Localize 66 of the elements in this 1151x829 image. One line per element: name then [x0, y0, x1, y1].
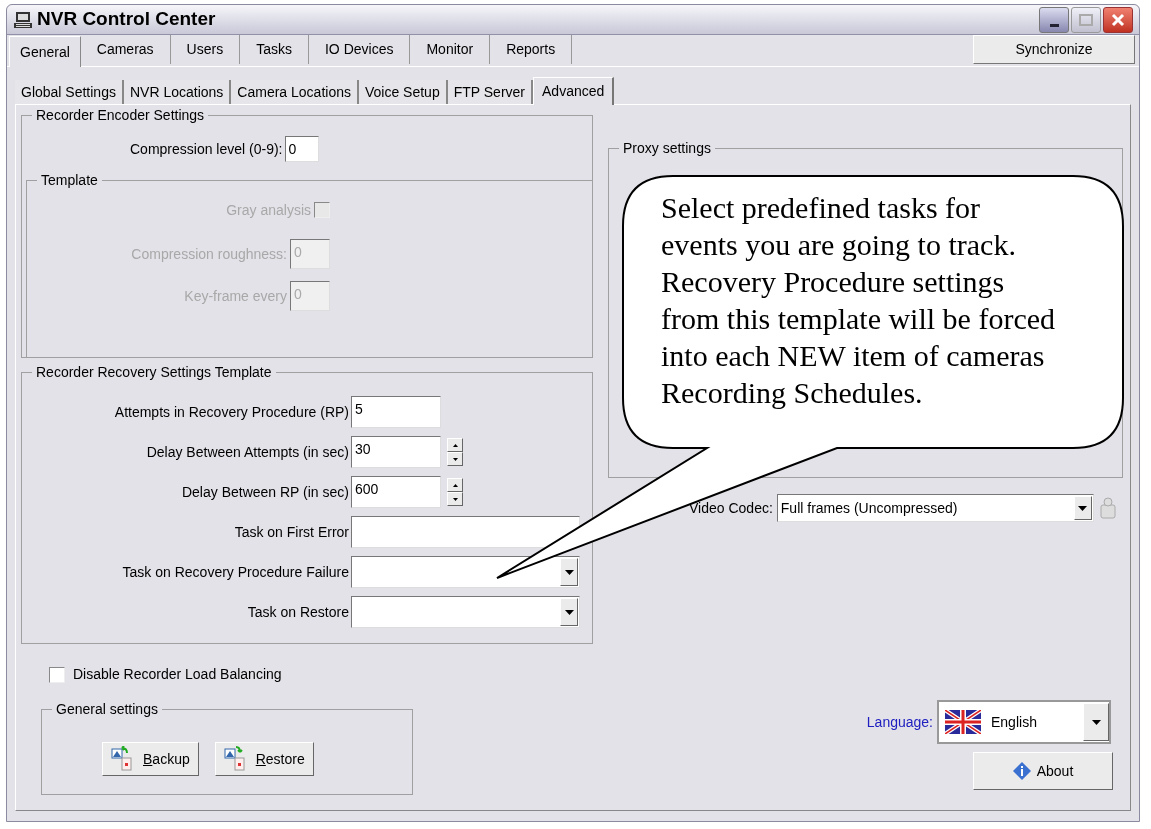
close-button[interactable]: [1103, 6, 1133, 33]
dropdown-button[interactable]: [560, 598, 578, 626]
text-field[interactable]: 30: [351, 436, 441, 468]
dropdown[interactable]: [351, 556, 580, 588]
dropdown-button[interactable]: [560, 558, 578, 586]
tab[interactable]: Tasks: [240, 35, 309, 64]
tab[interactable]: Monitor: [410, 35, 491, 64]
caret-icon: [1078, 505, 1088, 511]
button[interactable]: Backup: [102, 742, 199, 776]
info-icon: [1012, 762, 1031, 780]
callout-text: Select predefined tasks for events you are going to track. Recovery Procedure settings from this template will be forced into each NEW item of cameras Recording Schedules.: [661, 190, 1056, 411]
checkbox[interactable]: [49, 666, 65, 683]
caret-icon: [564, 569, 574, 575]
field-label: Key-frame every: [184, 286, 287, 306]
tab[interactable]: Advanced: [533, 77, 615, 105]
tab[interactable]: Voice Setup: [358, 80, 448, 104]
field-label: Attempts in Recovery Procedure (RP): [113, 402, 350, 422]
group-title: Proxy settings: [619, 139, 715, 157]
tab[interactable]: NVR Locations: [123, 80, 232, 104]
down-arrow-icon: [452, 457, 458, 461]
spinner[interactable]: [447, 478, 463, 506]
field-label: Delay Between RP (in sec): [180, 482, 350, 502]
group-title: Template: [37, 171, 102, 189]
tab[interactable]: Reports: [490, 35, 573, 64]
tab[interactable]: FTP Server: [447, 80, 533, 104]
field-label: Task on Recovery Procedure Failure: [121, 562, 350, 582]
dropdown-button[interactable]: [1073, 496, 1092, 520]
text-field[interactable]: [351, 516, 580, 548]
text-field[interactable]: 600: [351, 476, 441, 508]
about-button[interactable]: About: [973, 752, 1113, 790]
tab[interactable]: General: [9, 36, 81, 67]
tab[interactable]: Users: [170, 35, 241, 64]
caret-icon: [1091, 719, 1101, 725]
language-dropdown[interactable]: English: [937, 700, 1111, 744]
field-label: Gray analysis: [226, 200, 311, 220]
field-label: Delay Between Attempts (in sec): [145, 442, 350, 462]
close-icon: [1110, 11, 1126, 28]
field-label: Task on First Error: [233, 522, 350, 542]
field-label: Task on Restore: [246, 602, 350, 622]
group-title: Recorder Encoder Settings: [32, 106, 209, 124]
down-arrow-icon: [452, 497, 458, 501]
dropdown[interactable]: Full frames (Uncompressed): [776, 494, 1094, 522]
group-title: General settings: [52, 700, 162, 718]
up-arrow-icon: [452, 483, 458, 487]
button[interactable]: Restore: [214, 742, 314, 776]
group-title: Recorder Recovery Settings Template: [32, 363, 276, 381]
tab[interactable]: Global Settings: [15, 80, 124, 104]
field-label: Compression level (0-9):: [130, 139, 283, 159]
checkbox-label: Disable Recorder Load Balancing: [73, 665, 282, 684]
text-field[interactable]: 0: [284, 136, 319, 162]
tab[interactable]: Cameras: [80, 35, 171, 64]
field-label: Language:: [866, 712, 933, 732]
computer-icon: [13, 10, 33, 29]
dropdown-button[interactable]: [1083, 703, 1109, 741]
field-label: Compression roughness:: [131, 244, 287, 264]
synchronize-button[interactable]: Synchronize: [973, 35, 1135, 64]
spinner[interactable]: [447, 438, 463, 466]
window-title: NVR Control Center: [37, 7, 216, 32]
field-label: Video Codec:: [689, 498, 773, 518]
flag-icon: [945, 710, 981, 734]
up-arrow-icon: [452, 443, 458, 447]
tab[interactable]: Camera Locations: [231, 80, 359, 104]
minimize-button[interactable]: [1039, 6, 1069, 33]
tab[interactable]: IO Devices: [308, 35, 411, 64]
caret-icon: [564, 609, 574, 615]
text-field[interactable]: 5: [351, 396, 441, 428]
